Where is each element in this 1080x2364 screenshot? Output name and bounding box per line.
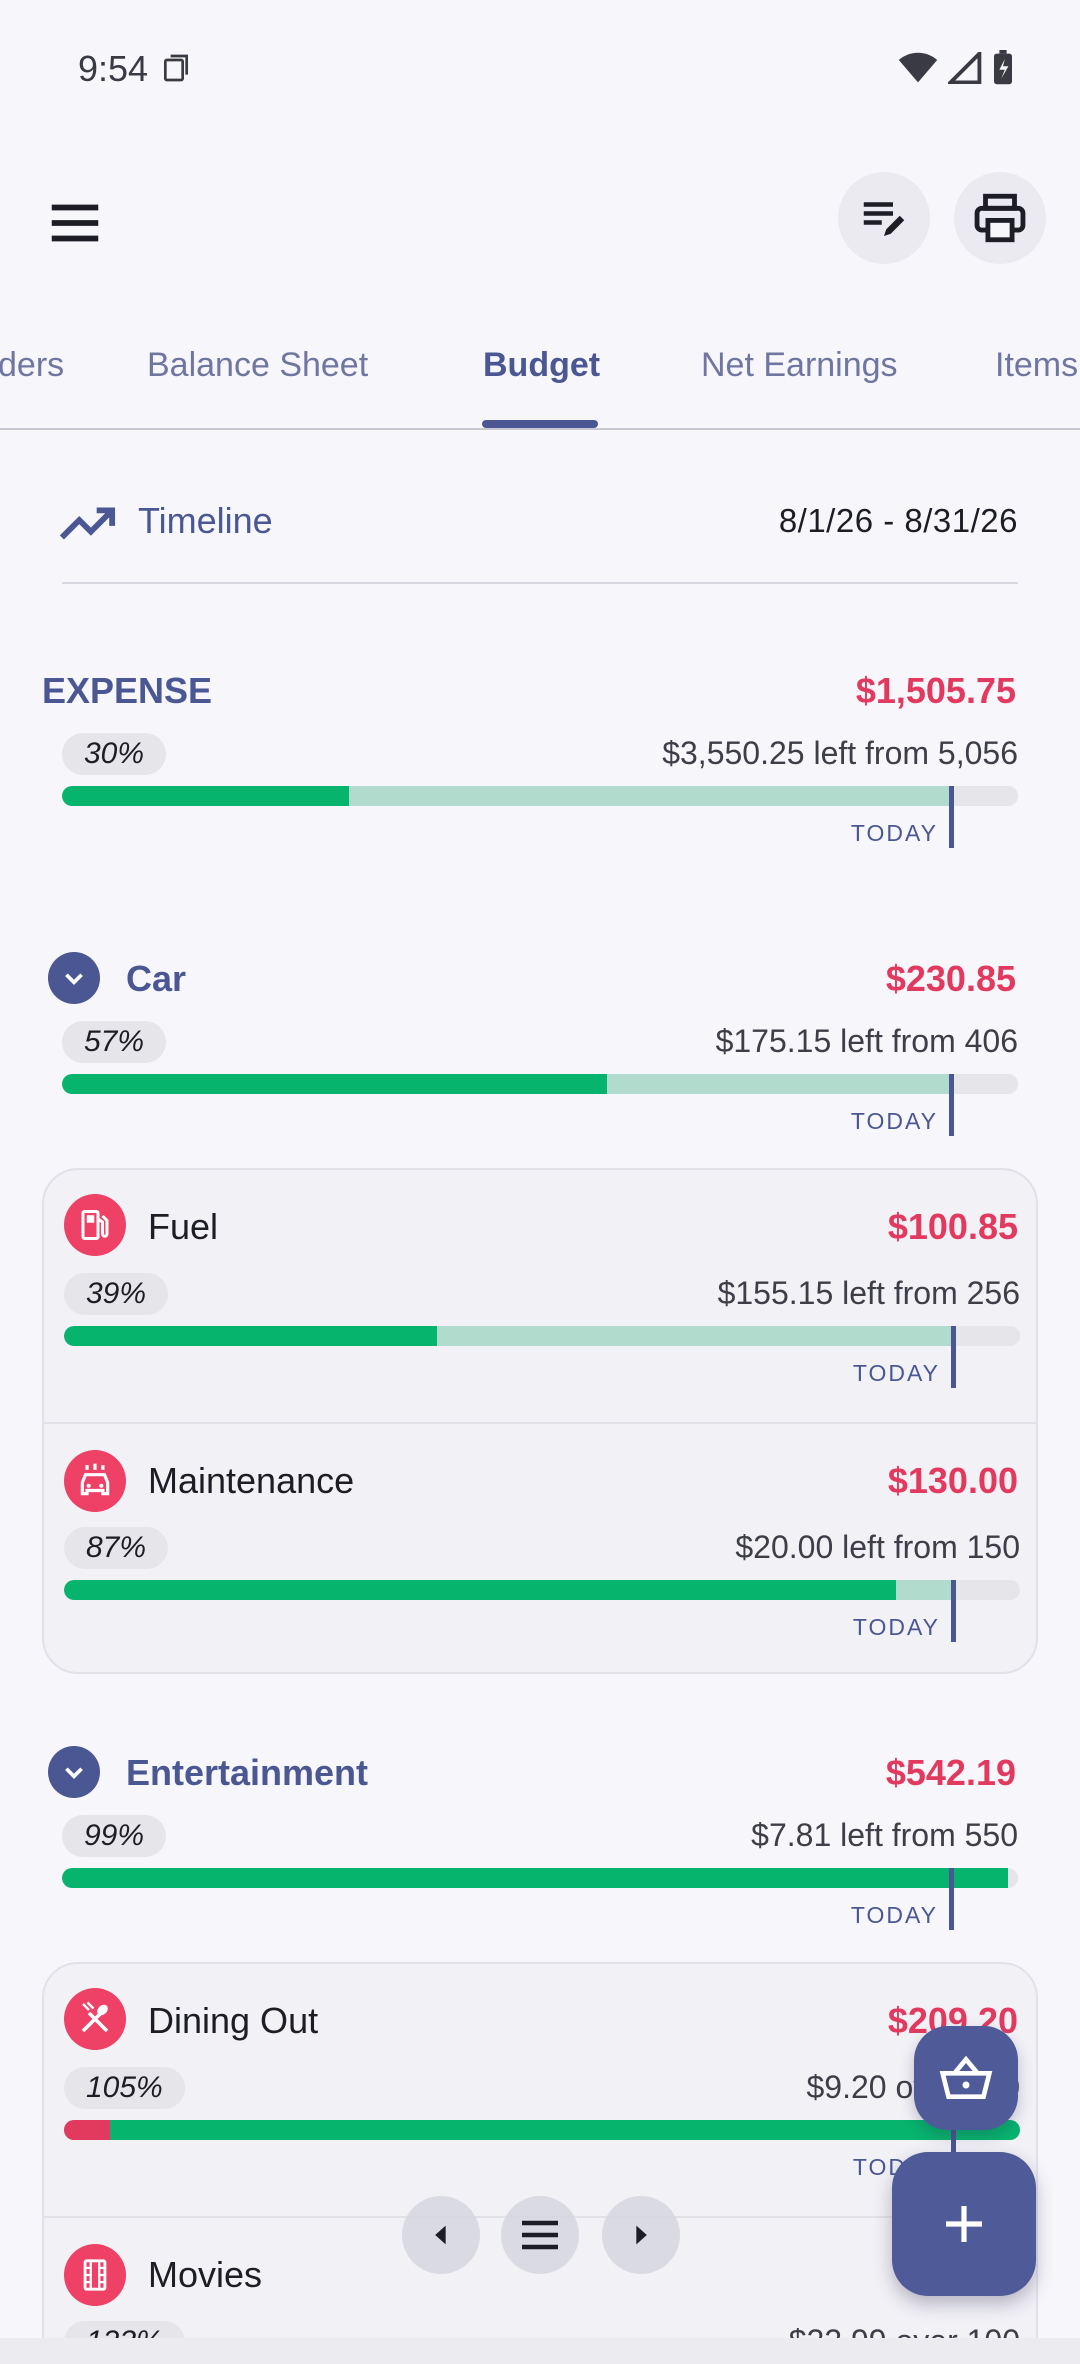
caret-left-icon — [435, 2225, 446, 2245]
category-title: Car — [126, 958, 187, 999]
subcategory-percent: 39% — [64, 1273, 169, 1315]
plus-icon — [946, 2206, 982, 2242]
subcategory-left: $155.15 left from 256 — [717, 1275, 1020, 1311]
chevron-down-icon — [65, 1767, 83, 1779]
expense-title: EXPENSE — [42, 670, 213, 711]
expense-left: $3,550.25 left from 5,056 — [662, 735, 1018, 771]
basket-icon — [939, 2055, 993, 2099]
subcategory-progress-bar — [64, 1580, 1020, 1600]
signal-icon — [948, 52, 982, 84]
subcategory-name: Maintenance — [148, 1460, 355, 1501]
subcategory-progress-bar — [64, 2120, 1020, 2140]
subcategory-amount: $130.00 — [887, 1460, 1018, 1501]
tab-items[interactable]: Items — [995, 346, 1078, 385]
print-icon — [974, 193, 1026, 243]
status-time: 9:54 — [78, 48, 149, 89]
category-left: $175.15 left from 406 — [715, 1023, 1018, 1059]
app-bar — [0, 170, 1080, 274]
subcategory-percent: 105% — [64, 2067, 185, 2109]
subcategory-name: Fuel — [148, 1206, 219, 1247]
tab-orders[interactable]: ders — [0, 346, 64, 385]
subcategory-left: $20.00 left from 150 — [735, 1529, 1020, 1565]
expense-percent: 30% — [62, 733, 167, 775]
fuel-icon — [64, 1194, 126, 1256]
today-label: TODAY — [850, 1108, 938, 1134]
expense-progress-bar — [62, 786, 1018, 806]
category-left: $7.81 left from 550 — [751, 1817, 1018, 1853]
add-button[interactable] — [892, 2152, 1036, 2296]
category-title: Entertainment — [126, 1752, 369, 1793]
subcategory-progress-bar — [64, 1326, 1020, 1346]
collapse-button[interactable] — [48, 952, 100, 1004]
basket-button[interactable] — [914, 2026, 1018, 2130]
tab-balance-sheet[interactable]: Balance Sheet — [147, 346, 368, 385]
entertainment-subcategory-card: Dining Out $209.20 105% $9.20 over 200 T… — [42, 1962, 1038, 2364]
car-subcategory-card: Fuel $100.85 39% $155.15 left from 256 T… — [42, 1168, 1038, 1674]
trending-up-icon — [59, 507, 116, 540]
today-marker — [949, 786, 954, 848]
timeline-row[interactable]: Timeline 8/1/26 - 8/31/26 — [59, 480, 1018, 584]
print-button[interactable] — [954, 172, 1046, 264]
utensils-icon — [64, 1988, 126, 2050]
page-menu-button[interactable] — [501, 2196, 579, 2274]
tab-bar: ders Balance Sheet Budget Net Earnings I… — [0, 330, 1080, 430]
system-navigation-bar — [0, 2338, 1080, 2364]
today-marker — [951, 1580, 956, 1642]
category-progress-bar — [62, 1868, 1018, 1888]
edit-list-icon — [863, 202, 905, 236]
next-page-button[interactable] — [602, 2196, 680, 2274]
status-bar: 9:54 — [0, 0, 1080, 135]
today-marker — [949, 1868, 954, 1930]
today-label: TODAY — [852, 1614, 940, 1640]
expense-amount: $1,505.75 — [855, 670, 1016, 711]
category-progress-bar — [62, 1074, 1018, 1094]
today-label: TODAY — [850, 820, 938, 846]
sim-card-icon — [164, 54, 188, 82]
today-label: TODAY — [850, 1902, 938, 1928]
collapse-button[interactable] — [48, 1746, 100, 1798]
category-percent: 99% — [62, 1815, 167, 1857]
category-percent: 57% — [62, 1021, 167, 1063]
chevron-down-icon — [65, 973, 83, 985]
category-amount: $230.85 — [885, 958, 1016, 999]
edit-list-button[interactable] — [838, 172, 930, 264]
subcategory-amount: $100.85 — [887, 1206, 1018, 1247]
timeline-label: Timeline — [138, 500, 273, 541]
menu-icon[interactable] — [44, 192, 106, 254]
subcategory-name: Movies — [148, 2254, 263, 2295]
previous-page-button[interactable] — [402, 2196, 480, 2274]
subcategory-row-maintenance[interactable]: Maintenance $130.00 87% $20.00 left from… — [44, 1422, 1036, 1672]
menu-icon — [522, 2220, 558, 2250]
today-marker — [951, 1326, 956, 1388]
caret-right-icon — [636, 2225, 647, 2245]
subcategory-row-fuel[interactable]: Fuel $100.85 39% $155.15 left from 256 T… — [44, 1170, 1036, 1424]
battery-icon — [994, 50, 1012, 85]
wifi-icon — [898, 52, 938, 83]
category-amount: $542.19 — [885, 1752, 1016, 1793]
tab-net-earnings[interactable]: Net Earnings — [701, 346, 898, 385]
film-icon — [64, 2244, 126, 2306]
tab-indicator — [482, 420, 598, 428]
today-marker — [949, 1074, 954, 1136]
subcategory-percent: 87% — [64, 1527, 169, 1569]
subcategory-name: Dining Out — [148, 2000, 319, 2041]
tab-budget[interactable]: Budget — [483, 346, 600, 385]
subcategory-row-dining-out[interactable]: Dining Out $209.20 105% $9.20 over 200 T… — [44, 1964, 1036, 2218]
today-label: TODAY — [852, 1360, 940, 1386]
timeline-range[interactable]: 8/1/26 - 8/31/26 — [779, 502, 1018, 540]
car-wash-icon — [64, 1450, 126, 1512]
